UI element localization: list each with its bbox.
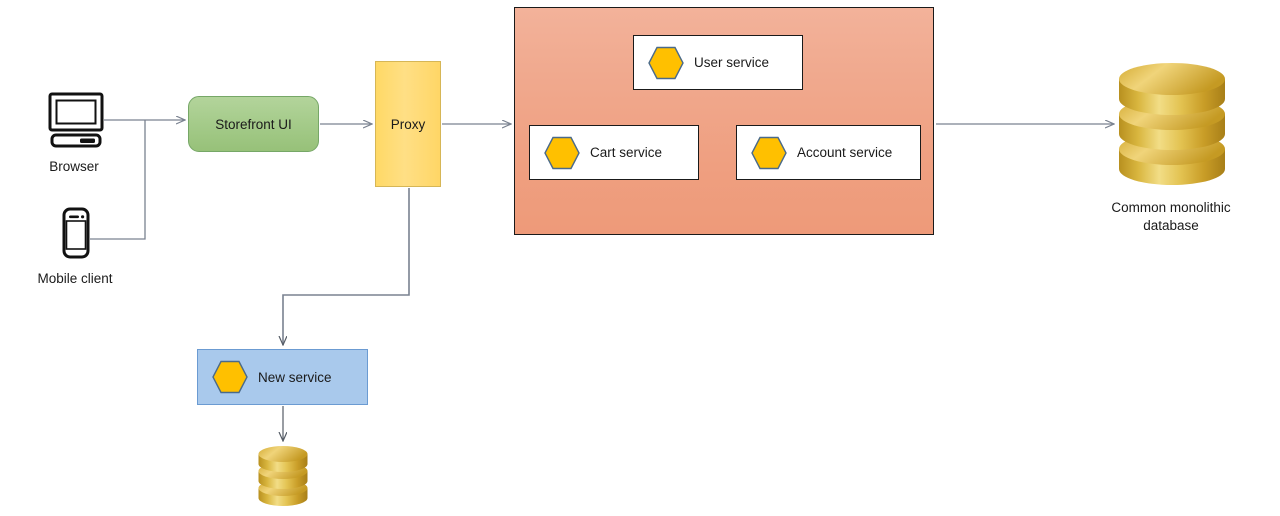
proxy-label: Proxy: [390, 116, 426, 132]
cart-service-label: Cart service: [590, 145, 663, 160]
common-database-icon[interactable]: [1117, 57, 1227, 197]
storefront-ui-label: Storefront UI: [215, 116, 292, 132]
hexagon-service-icon: [648, 46, 684, 79]
hexagon-service-icon: [544, 136, 580, 169]
user-service-node[interactable]: User service: [633, 35, 803, 90]
common-database-label: Common monolithic database: [1111, 200, 1231, 233]
cart-service-node[interactable]: Cart service: [529, 125, 699, 180]
account-service-node[interactable]: Account service: [736, 125, 921, 180]
browser-label: Browser: [49, 159, 99, 174]
diagram-canvas: Browser Mobile client Storefront UI Prox…: [0, 0, 1280, 516]
new-service-node[interactable]: New service: [197, 349, 368, 405]
hexagon-service-icon: [751, 136, 787, 169]
desktop-monitor-icon: [48, 92, 104, 153]
smartphone-icon: [62, 207, 90, 264]
mobile-client-label: Mobile client: [37, 271, 113, 286]
user-service-label: User service: [694, 55, 770, 70]
edge-proxy-to-new-service: [283, 188, 410, 345]
proxy-node[interactable]: Proxy: [375, 61, 441, 187]
storefront-ui-node[interactable]: Storefront UI: [188, 96, 319, 152]
account-service-label: Account service: [797, 145, 893, 160]
hexagon-service-icon: [212, 360, 248, 394]
new-service-database-icon[interactable]: [257, 444, 309, 515]
new-service-label: New service: [258, 369, 332, 385]
